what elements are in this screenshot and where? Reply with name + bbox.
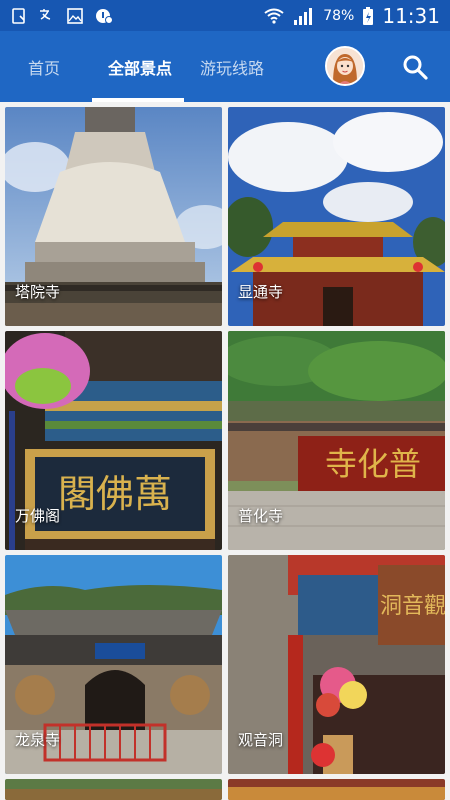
svg-text:閣佛萬: 閣佛萬 — [58, 472, 172, 516]
sim-card-icon — [12, 7, 25, 24]
attraction-name: 观音洞 — [238, 731, 284, 749]
translate-icon — [40, 8, 51, 20]
attraction-name: 显通寺 — [238, 283, 284, 301]
attraction-card-longquan[interactable]: 龙泉寺 — [5, 555, 222, 774]
attraction-card-partial-left[interactable] — [5, 779, 222, 800]
image-icon — [67, 7, 83, 24]
svg-text:洞音觀: 洞音觀 — [380, 594, 445, 619]
search-icon[interactable] — [402, 54, 428, 80]
status-bar: 78% 11:31 — [0, 0, 450, 31]
system-status: 78% 11:31 — [263, 4, 440, 28]
tab-home[interactable]: 首页 — [28, 31, 60, 102]
clock: 11:31 — [382, 3, 440, 28]
attraction-photo — [5, 779, 222, 800]
battery-charging-icon — [363, 6, 374, 25]
attraction-card-puhua[interactable]: 寺化普 普化寺 — [228, 331, 445, 550]
app-bar: 首页 全部景点 游玩线路 — [0, 31, 450, 102]
info-icon — [96, 8, 113, 24]
notification-icons — [10, 7, 114, 25]
battery-percentage: 78% — [323, 7, 355, 24]
attraction-card-wanfoge[interactable]: 閣佛萬 万佛阁 — [5, 331, 222, 550]
avatar[interactable] — [325, 46, 365, 86]
attraction-card-xiantong[interactable]: 显通寺 — [228, 107, 445, 326]
attraction-name: 万佛阁 — [15, 507, 61, 525]
svg-text:寺化普: 寺化普 — [325, 445, 421, 483]
wifi-icon — [264, 8, 284, 24]
tab-all-attractions[interactable]: 全部景点 — [108, 31, 172, 102]
attraction-grid: 塔院寺 显通寺 閣佛萬 万佛阁 寺化普 普化寺 龙泉寺 洞音觀 观音洞 — [0, 102, 450, 800]
attraction-card-guanyin[interactable]: 洞音觀 观音洞 — [228, 555, 445, 774]
attraction-name: 普化寺 — [238, 507, 284, 525]
attraction-name: 龙泉寺 — [15, 731, 61, 749]
tab-routes[interactable]: 游玩线路 — [200, 31, 264, 102]
attraction-name: 塔院寺 — [15, 283, 61, 301]
signal-icon — [294, 7, 313, 25]
attraction-photo — [228, 779, 445, 800]
attraction-card-tayuan[interactable]: 塔院寺 — [5, 107, 222, 326]
attraction-card-partial-right[interactable] — [228, 779, 445, 800]
